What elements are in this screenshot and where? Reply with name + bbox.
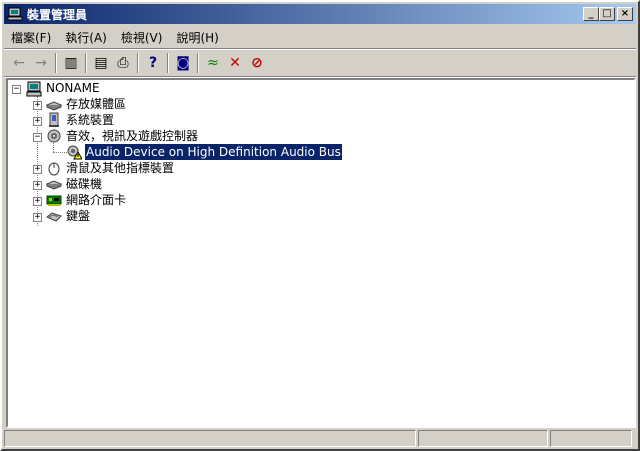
network-adapter-icon [46,195,62,206]
window-controls: _ □ × [583,7,633,21]
tree-expander[interactable]: + [33,117,42,126]
tree-root-label[interactable]: NONAME [46,80,100,96]
close-button[interactable]: × [617,7,633,21]
show-hide-console-tree-icon[interactable]: ▥ [60,52,82,74]
forward-arrow-icon[interactable]: → [30,52,52,74]
tree-item-label[interactable]: 鍵盤 [66,208,90,224]
toolbar-separator [167,53,169,73]
print-icon[interactable]: ⎙ [112,52,134,74]
tree-child-label[interactable]: Audio Device on High Definition Audio Bu… [84,143,343,161]
update-driver-icon[interactable]: ≈ [202,52,224,74]
audio-device-warning-icon [67,145,82,160]
tree-expander[interactable]: + [33,197,42,206]
tree-expander-root[interactable]: − [12,85,21,94]
toolbar-separator [55,53,57,73]
help-icon[interactable]: ? [142,52,164,74]
toolbar-separator [197,53,199,73]
toolbar: ← → ▥ ▤ ⎙ ? ◙ ≈ ✕ ⊘ [4,50,636,77]
title-bar[interactable]: 裝置管理員 _ □ × [4,4,636,24]
computer-icon [26,81,42,97]
properties-icon[interactable]: ▤ [90,52,112,74]
tree-item-label[interactable]: 存放媒體區 [66,96,126,112]
status-panel-2 [418,430,548,447]
minimize-button[interactable]: _ [583,7,599,21]
menu-bar: 檔案(F) 執行(A) 檢視(V) 說明(H) [4,26,636,49]
tree-expander[interactable]: + [33,165,42,174]
device-manager-icon [7,7,23,21]
disk-drive-icon [46,180,62,190]
menu-view[interactable]: 檢視(V) [114,29,170,46]
device-tree[interactable]: − NONAME + 存放媒體區 + 系統裝置 − 音效，視訊及遊戲控制器 Au… [6,78,636,428]
tree-item-label[interactable]: 網路介面卡 [66,192,126,208]
toolbar-separator [137,53,139,73]
tree-item-label[interactable]: 磁碟機 [66,176,102,192]
status-panel-main [4,430,416,447]
menu-file[interactable]: 檔案(F) [4,29,58,46]
maximize-button[interactable]: □ [599,7,615,21]
tree-item-label[interactable]: 系統裝置 [66,112,114,128]
system-device-icon [49,112,59,127]
sound-video-icon [47,129,61,143]
window-title: 裝置管理員 [27,7,88,22]
tree-expander[interactable]: − [33,133,42,142]
disable-device-icon[interactable]: ⊘ [246,52,268,74]
toolbar-separator [85,53,87,73]
status-bar [4,430,636,449]
scan-hardware-icon[interactable]: ◙ [172,52,194,74]
storage-drive-icon [46,101,62,111]
menu-help[interactable]: 說明(H) [169,29,225,46]
tree-expander[interactable]: + [33,181,42,190]
status-panel-3 [550,430,632,447]
uninstall-icon[interactable]: ✕ [224,52,246,74]
menu-action[interactable]: 執行(A) [58,29,114,46]
tree-connector [53,152,67,153]
back-arrow-icon[interactable]: ← [8,52,30,74]
tree-expander[interactable]: + [33,213,42,222]
tree-item-label[interactable]: 滑鼠及其他指標裝置 [66,160,174,176]
device-manager-window: 裝置管理員 _ □ × 檔案(F) 執行(A) 檢視(V) 說明(H) ← → … [0,0,640,451]
tree-expander[interactable]: + [33,101,42,110]
tree-item-label[interactable]: 音效，視訊及遊戲控制器 [66,128,198,144]
keyboard-icon [46,212,62,222]
mouse-icon [48,162,60,176]
